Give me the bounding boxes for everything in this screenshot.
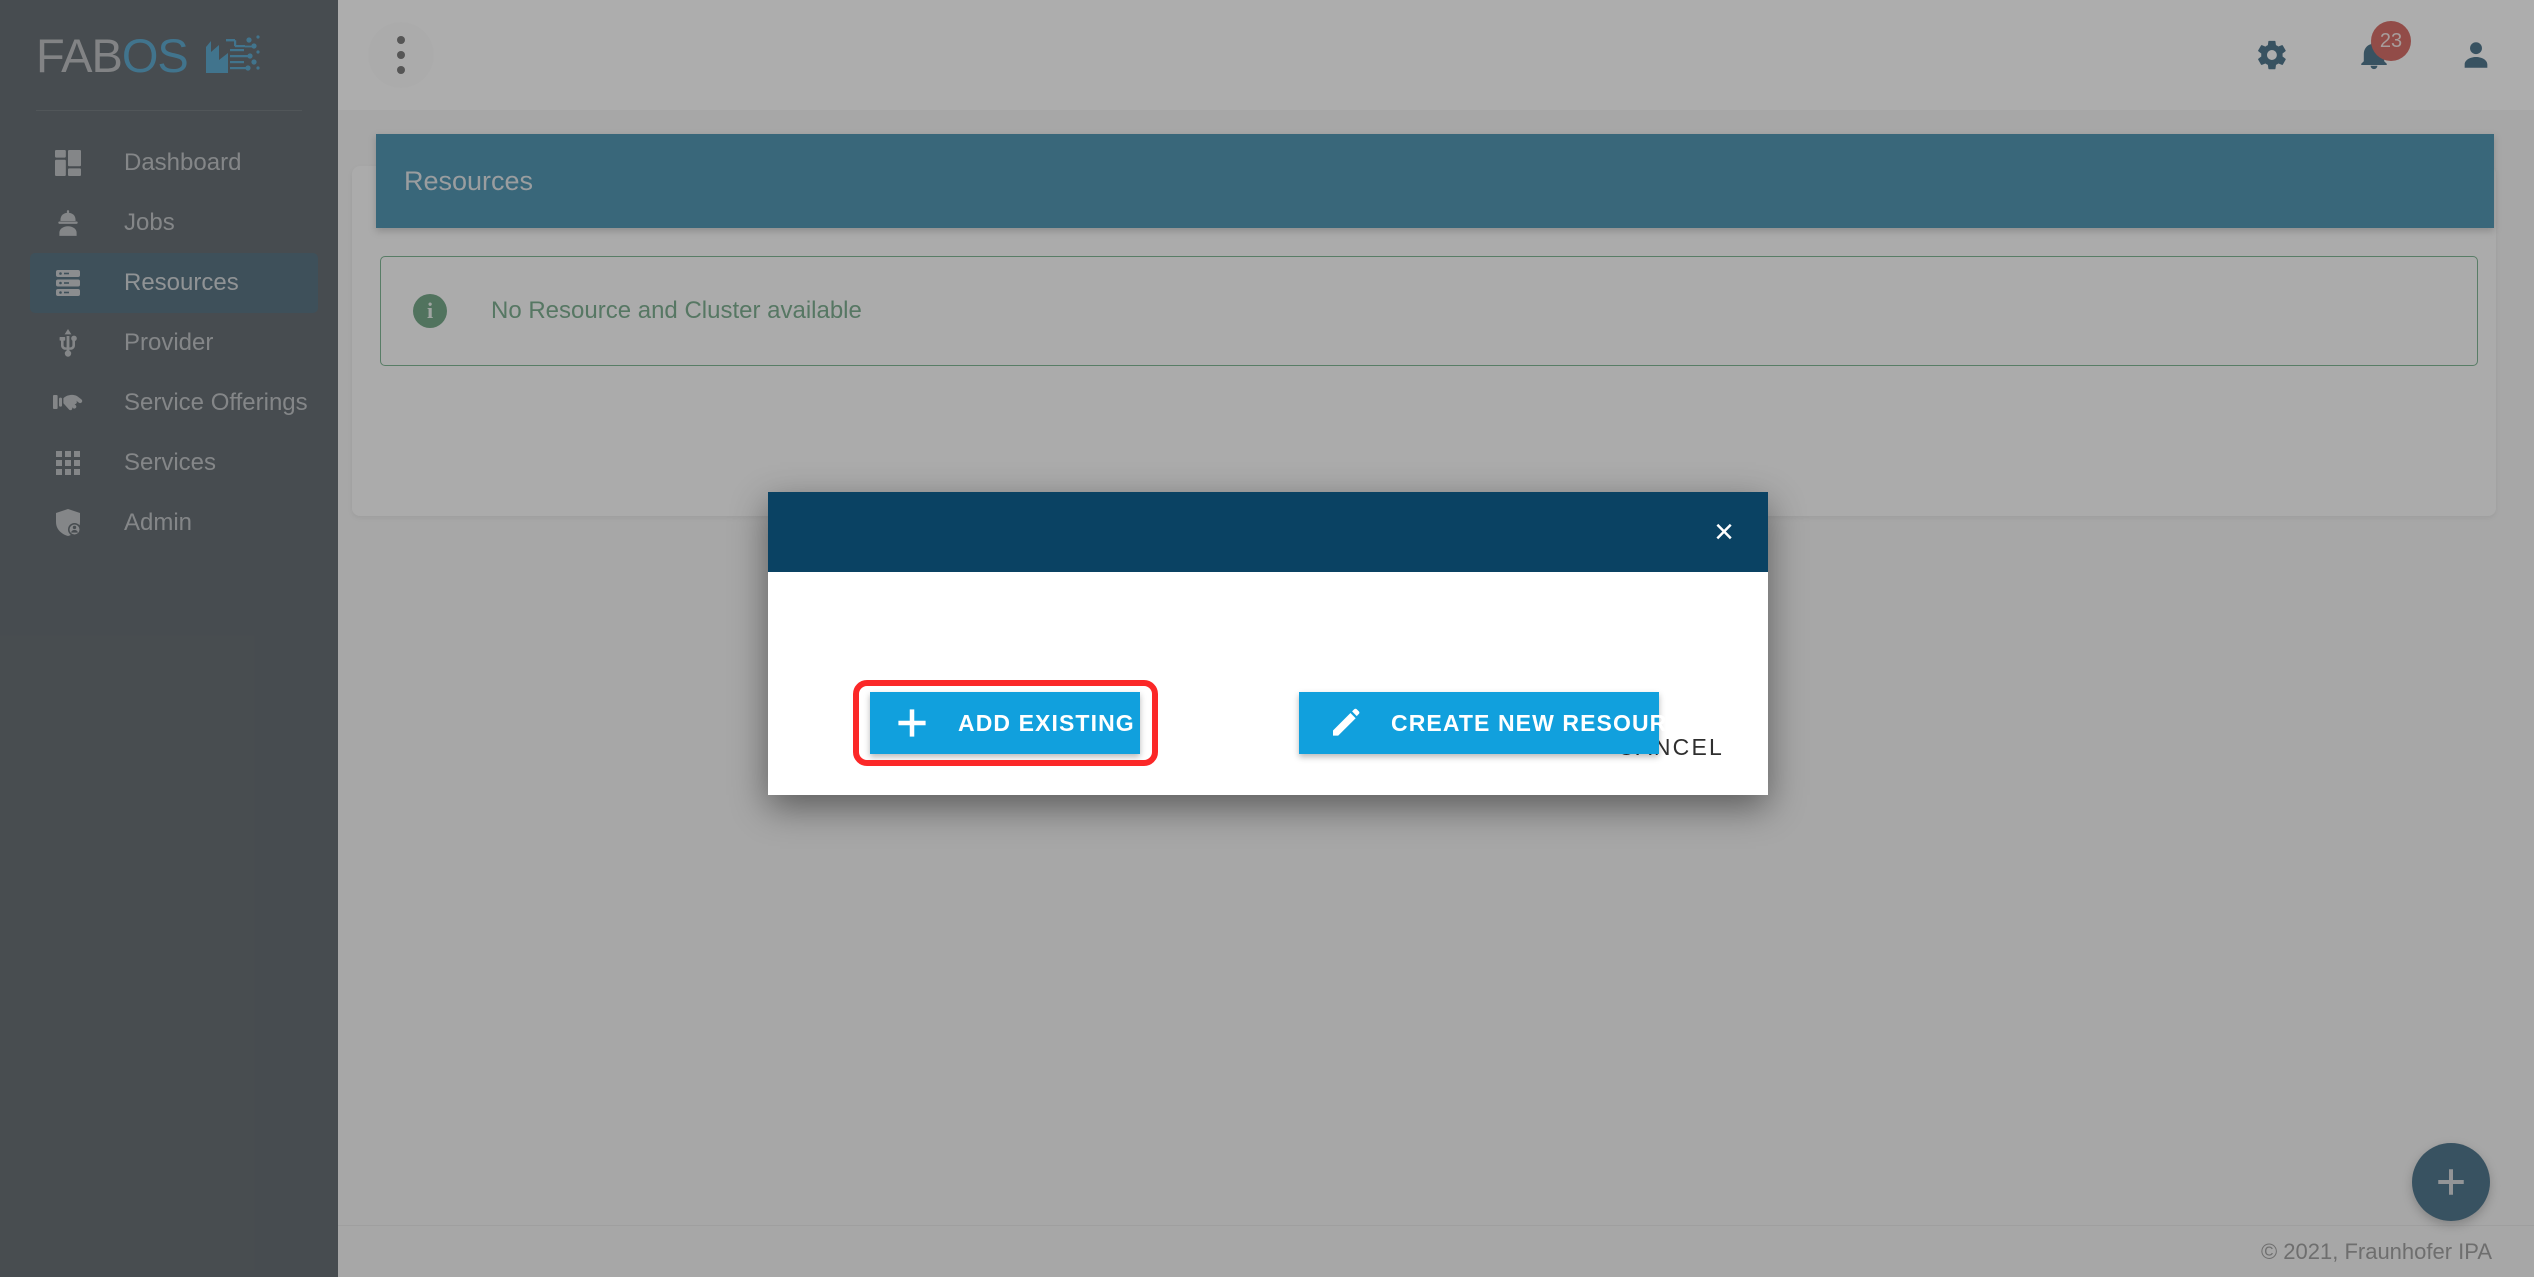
app-root: FABOS	[0, 0, 2534, 1288]
add-resource-dialog: × ADD EXISTING CREATE NEW RESOURCE CANCE…	[768, 492, 1768, 795]
dialog-body: ADD EXISTING CREATE NEW RESOURCE CANCEL	[768, 572, 1768, 795]
close-icon[interactable]: ×	[1704, 492, 1744, 572]
create-new-resource-button[interactable]: CREATE NEW RESOURCE	[1299, 692, 1700, 754]
add-existing-button[interactable]: ADD EXISTING	[870, 692, 1140, 754]
add-existing-label: ADD EXISTING	[958, 709, 1135, 736]
pencil-icon	[1325, 703, 1365, 743]
dialog-header: ×	[768, 492, 1768, 572]
create-new-resource-label: CREATE NEW RESOURCE	[1391, 709, 1702, 736]
plus-icon	[892, 703, 932, 743]
